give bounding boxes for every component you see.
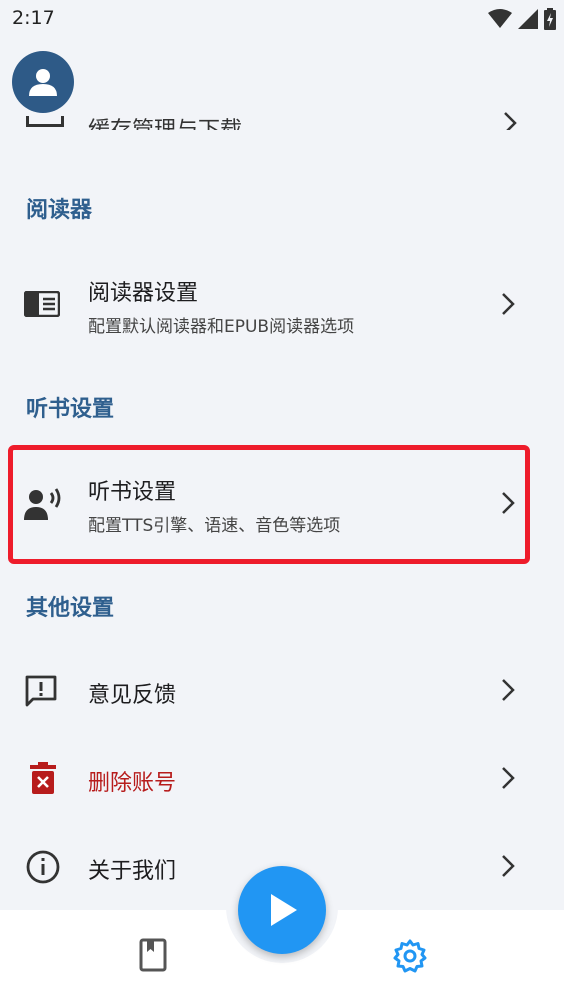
reader-settings-row[interactable]: 阅读器设置 配置默认阅读器和EPUB阅读器选项 (0, 258, 564, 354)
cache-icon (26, 116, 64, 127)
chevron-right-icon (502, 679, 515, 701)
reader-settings-title: 阅读器设置 (88, 281, 199, 306)
feedback-title: 意见反馈 (88, 683, 177, 708)
wifi-icon (488, 9, 512, 28)
nav-library-button[interactable] (139, 938, 167, 976)
play-icon (271, 894, 297, 926)
delete-account-row[interactable]: 删除账号 (0, 731, 564, 827)
delete-icon (30, 762, 56, 794)
chevron-right-icon (502, 767, 515, 789)
chevron-right-icon (504, 112, 517, 130)
delete-account-title: 删除账号 (88, 771, 177, 796)
feedback-row[interactable]: 意见反馈 (0, 643, 564, 739)
chevron-right-icon (502, 293, 515, 315)
highlight-box (8, 445, 530, 564)
signal-icon (518, 9, 538, 29)
battery-icon (544, 8, 556, 30)
chevron-right-icon (502, 855, 515, 877)
nav-settings-button[interactable] (393, 939, 427, 977)
gear-icon (393, 939, 427, 973)
section-title-reader: 阅读器 (26, 198, 93, 223)
about-title: 关于我们 (88, 859, 177, 884)
book-reader-icon (24, 291, 60, 317)
clipped-row-cache[interactable]: 缓存管理与下载 (0, 110, 564, 130)
person-icon (29, 69, 57, 96)
feedback-icon (25, 675, 57, 707)
avatar[interactable] (12, 51, 74, 113)
section-title-other: 其他设置 (26, 596, 115, 621)
reader-settings-subtitle: 配置默认阅读器和EPUB阅读器选项 (88, 317, 355, 337)
status-bar: 2:17 (0, 0, 564, 38)
status-time: 2:17 (12, 7, 55, 29)
bookmark-book-icon (139, 938, 167, 972)
clipped-row-label: 缓存管理与下载 (88, 112, 242, 130)
play-fab-button[interactable] (238, 866, 326, 954)
section-title-tts: 听书设置 (26, 397, 115, 422)
info-icon (26, 850, 60, 884)
